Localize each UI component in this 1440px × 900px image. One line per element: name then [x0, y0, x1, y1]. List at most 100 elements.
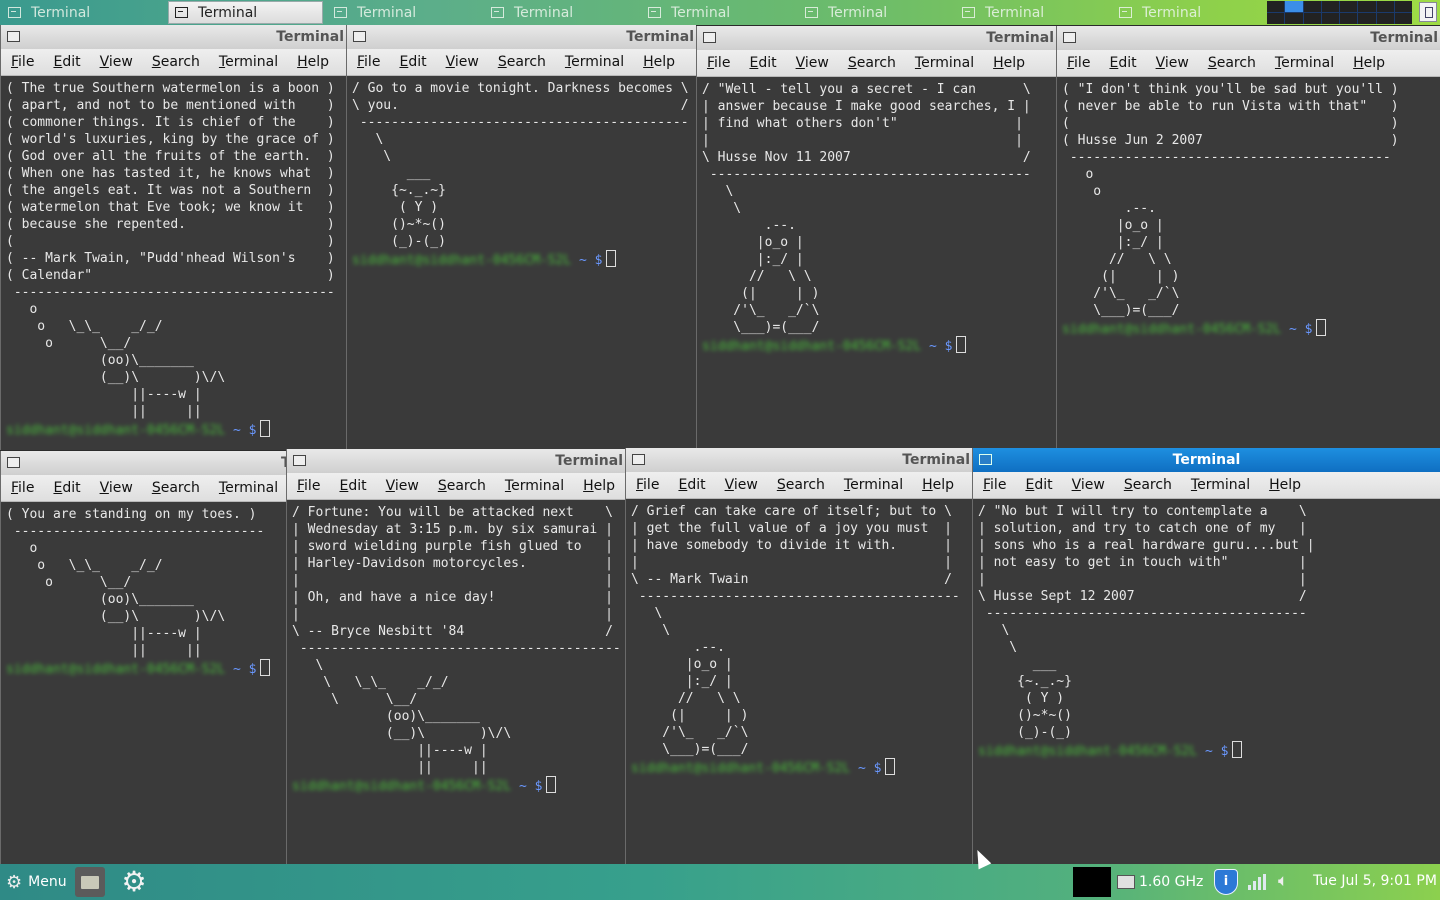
menu-file[interactable]: File: [636, 477, 659, 493]
menu-search[interactable]: Search: [438, 478, 486, 494]
menu-view[interactable]: View: [100, 480, 133, 496]
menu-help[interactable]: Help: [583, 478, 615, 494]
shell-prompt[interactable]: siddhant@siddhant-0456CM-S2L ~ $: [978, 741, 1440, 759]
shell-prompt[interactable]: siddhant@siddhant-0456CM-S2L ~ $: [631, 758, 972, 776]
menu-file[interactable]: File: [357, 54, 380, 70]
menu-help[interactable]: Help: [643, 54, 675, 70]
terminal-output[interactable]: ( The true Southern watermelon is a boon…: [1, 76, 346, 438]
task-button[interactable]: Terminal: [799, 1, 954, 24]
cpu-frequency-applet[interactable]: 1.60 GHz: [1117, 872, 1203, 892]
terminal-window[interactable]: Terminal File Edit View Search Terminal Help / …: [696, 26, 1056, 450]
menu-search[interactable]: Search: [1124, 477, 1172, 493]
menu-view[interactable]: View: [796, 55, 829, 71]
menu-view[interactable]: View: [100, 54, 133, 70]
window-titlebar[interactable]: Terminal: [973, 448, 1440, 472]
tray-applet[interactable]: [1073, 867, 1111, 897]
settings-launcher[interactable]: ⚙: [118, 866, 150, 898]
workspace-cell[interactable]: [1303, 13, 1321, 24]
menu-edit[interactable]: Edit: [1109, 55, 1136, 71]
terminal-output[interactable]: / "Well - tell you a secret - I can \ | …: [697, 77, 1056, 354]
task-button[interactable]: Terminal: [956, 1, 1111, 24]
menu-file[interactable]: File: [707, 55, 730, 71]
shell-prompt[interactable]: siddhant@siddhant-0456CM-S2L ~ $: [352, 250, 696, 268]
menu-edit[interactable]: Edit: [678, 477, 705, 493]
workspace-cell[interactable]: [1340, 13, 1358, 24]
menu-edit[interactable]: Edit: [53, 54, 80, 70]
workspace-cell[interactable]: [1376, 1, 1394, 12]
workspace-cell[interactable]: [1321, 1, 1339, 12]
shell-prompt[interactable]: siddhant@siddhant-0456CM-S2L ~ $: [292, 776, 625, 794]
terminal-icon[interactable]: [7, 31, 20, 42]
menu-search[interactable]: Search: [152, 480, 200, 496]
menu-help[interactable]: Help: [1353, 55, 1385, 71]
menu-file[interactable]: File: [1067, 55, 1090, 71]
shell-prompt[interactable]: siddhant@siddhant-0456CM-S2L ~ $: [6, 420, 346, 438]
menu-help[interactable]: Help: [993, 55, 1025, 71]
terminal-output[interactable]: / Grief can take care of itself; but to …: [626, 499, 972, 776]
volume-icon[interactable]: 🔈︎: [1278, 871, 1288, 891]
menu-view[interactable]: View: [386, 478, 419, 494]
show-desktop-button[interactable]: [1419, 2, 1437, 22]
menu-edit[interactable]: Edit: [399, 54, 426, 70]
menu-file[interactable]: File: [983, 477, 1006, 493]
menu-file[interactable]: File: [11, 54, 34, 70]
terminal-icon[interactable]: [703, 32, 716, 43]
menu-view[interactable]: View: [725, 477, 758, 493]
menu-terminal[interactable]: Terminal: [565, 54, 624, 70]
menu-help[interactable]: Help: [922, 477, 954, 493]
menu-terminal[interactable]: Terminal: [844, 477, 903, 493]
menu-terminal[interactable]: Terminal: [1275, 55, 1334, 71]
terminal-window-focused[interactable]: Terminal File Edit View Search Terminal Help / …: [972, 448, 1440, 864]
terminal-icon[interactable]: [1063, 32, 1076, 43]
menu-terminal[interactable]: Terminal: [219, 54, 278, 70]
task-button[interactable]: Terminal: [485, 1, 640, 24]
window-titlebar[interactable]: Terminal: [347, 25, 696, 49]
terminal-window[interactable]: Terminal File Edit View Search Terminal Help / …: [625, 448, 972, 864]
shell-prompt[interactable]: siddhant@siddhant-0456CM-S2L ~ $: [702, 336, 1056, 354]
terminal-icon[interactable]: [293, 455, 306, 466]
menu-search[interactable]: Search: [152, 54, 200, 70]
window-titlebar[interactable]: Terminal: [626, 448, 972, 472]
clock[interactable]: Tue Jul 5, 9:01 PM: [1313, 873, 1437, 889]
network-signal-icon[interactable]: [1248, 874, 1268, 890]
workspace-cell[interactable]: [1340, 1, 1358, 12]
terminal-window[interactable]: Terminal File Edit View Search Terminal Help / …: [346, 25, 696, 450]
task-button[interactable]: Terminal: [2, 1, 157, 24]
shell-prompt[interactable]: siddhant@siddhant-0456CM-S2L ~ $: [6, 659, 286, 677]
menu-terminal[interactable]: Terminal: [915, 55, 974, 71]
workspace-cell[interactable]: [1285, 1, 1303, 12]
menu-help[interactable]: Help: [297, 54, 329, 70]
menu-edit[interactable]: Edit: [53, 480, 80, 496]
window-titlebar[interactable]: Terminal: [697, 26, 1056, 50]
menu-help[interactable]: Help: [1269, 477, 1301, 493]
task-button[interactable]: Terminal: [642, 1, 797, 24]
terminal-window[interactable]: TerminalFileEditViewSearchTerminalHelp( …: [0, 451, 286, 864]
window-titlebar[interactable]: Terminal: [1, 25, 346, 49]
menu-view[interactable]: View: [1156, 55, 1189, 71]
menu-search[interactable]: Search: [1208, 55, 1256, 71]
window-titlebar[interactable]: Terminal: [1057, 26, 1440, 50]
window-titlebar[interactable]: Terminal: [1, 451, 286, 475]
terminal-icon[interactable]: [353, 31, 366, 42]
shell-prompt[interactable]: siddhant@siddhant-0456CM-S2L ~ $: [1062, 319, 1440, 337]
menu-edit[interactable]: Edit: [339, 478, 366, 494]
workspace-switcher[interactable]: [1267, 1, 1412, 24]
menu-terminal[interactable]: Terminal: [1191, 477, 1250, 493]
file-manager-launcher[interactable]: [75, 867, 105, 897]
menu-edit[interactable]: Edit: [1025, 477, 1052, 493]
task-button[interactable]: Terminal: [1113, 1, 1268, 24]
menu-button[interactable]: ⚙ Menu: [6, 872, 67, 893]
menu-file[interactable]: File: [11, 480, 34, 496]
workspace-cell[interactable]: [1358, 13, 1376, 24]
terminal-output[interactable]: / "No but I will try to contemplate a \ …: [973, 499, 1440, 759]
menu-terminal[interactable]: Terminal: [505, 478, 564, 494]
menu-search[interactable]: Search: [848, 55, 896, 71]
terminal-output[interactable]: ( You are standing on my toes. ) -------…: [1, 502, 286, 677]
menu-view[interactable]: View: [446, 54, 479, 70]
workspace-cell[interactable]: [1394, 1, 1412, 12]
menu-edit[interactable]: Edit: [749, 55, 776, 71]
update-shield-icon[interactable]: i: [1214, 869, 1238, 895]
terminal-icon[interactable]: [632, 454, 645, 465]
task-button[interactable]: Terminal: [328, 1, 483, 24]
workspace-cell[interactable]: [1321, 13, 1339, 24]
